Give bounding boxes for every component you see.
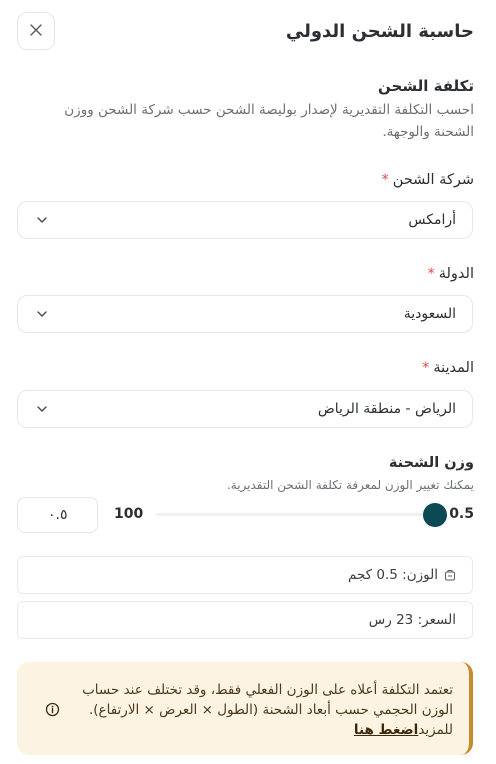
- city-select[interactable]: الرياض - منطقة الرياض: [17, 390, 473, 428]
- slider-thumb[interactable]: [422, 503, 447, 527]
- weight-summary-text: الوزن: 0.5 كجم: [347, 567, 438, 583]
- chevron-down-icon: [36, 403, 48, 415]
- info-icon: [45, 702, 60, 755]
- notice-text: تعتمد التكلفة أعلاه على الوزن الفعلي فقط…: [60, 680, 453, 755]
- city-select-value: الرياض - منطقة الرياض: [317, 401, 456, 417]
- weight-slider-row: ٠.٥ 100 0.5: [17, 497, 474, 533]
- chevron-down-icon: [36, 214, 48, 226]
- weight-hint: يمكنك تغيير الوزن لمعرفة تكلفة الشحن الت…: [226, 478, 474, 492]
- carrier-label: شركة الشحن*: [382, 172, 474, 188]
- slider-current-value: 0.5: [449, 506, 474, 522]
- country-select-value: السعودية: [403, 306, 456, 322]
- section-title: تكلفة الشحن: [378, 77, 474, 95]
- price-summary-text: السعر: 23 رس: [368, 612, 456, 628]
- required-mark: *: [381, 172, 389, 188]
- country-select[interactable]: السعودية: [17, 295, 473, 333]
- city-label-text: المدينة: [433, 360, 474, 376]
- carrier-select-value: أرامكس: [408, 212, 456, 228]
- section-description: احسب التكلفة التقديرية لإصدار بوليصة الش…: [64, 102, 474, 140]
- weight-input[interactable]: ٠.٥: [17, 497, 98, 533]
- header: حاسبة الشحن الدولي: [17, 12, 474, 50]
- required-mark: *: [427, 266, 435, 282]
- close-icon: [29, 22, 43, 41]
- carrier-select[interactable]: أرامكس: [17, 201, 473, 239]
- required-mark: *: [422, 360, 430, 376]
- page-title: حاسبة الشحن الدولي: [285, 20, 474, 42]
- city-label: المدينة*: [422, 360, 474, 376]
- country-label-text: الدولة: [438, 266, 474, 282]
- close-button[interactable]: [17, 12, 55, 50]
- notice-box: تعتمد التكلفة أعلاه على الوزن الفعلي فقط…: [17, 662, 473, 755]
- weight-label: وزن الشحنة: [388, 455, 474, 471]
- weight-summary: الوزن: 0.5 كجم: [17, 556, 473, 594]
- country-label: الدولة*: [427, 266, 474, 282]
- weight-slider[interactable]: [156, 503, 447, 527]
- weight-icon: [444, 569, 456, 581]
- slider-max-label: 100: [114, 506, 144, 522]
- price-summary: السعر: 23 رس: [17, 601, 473, 639]
- notice-link[interactable]: اضغط هنا: [354, 722, 418, 738]
- chevron-down-icon: [36, 308, 48, 320]
- carrier-label-text: شركة الشحن: [392, 172, 474, 188]
